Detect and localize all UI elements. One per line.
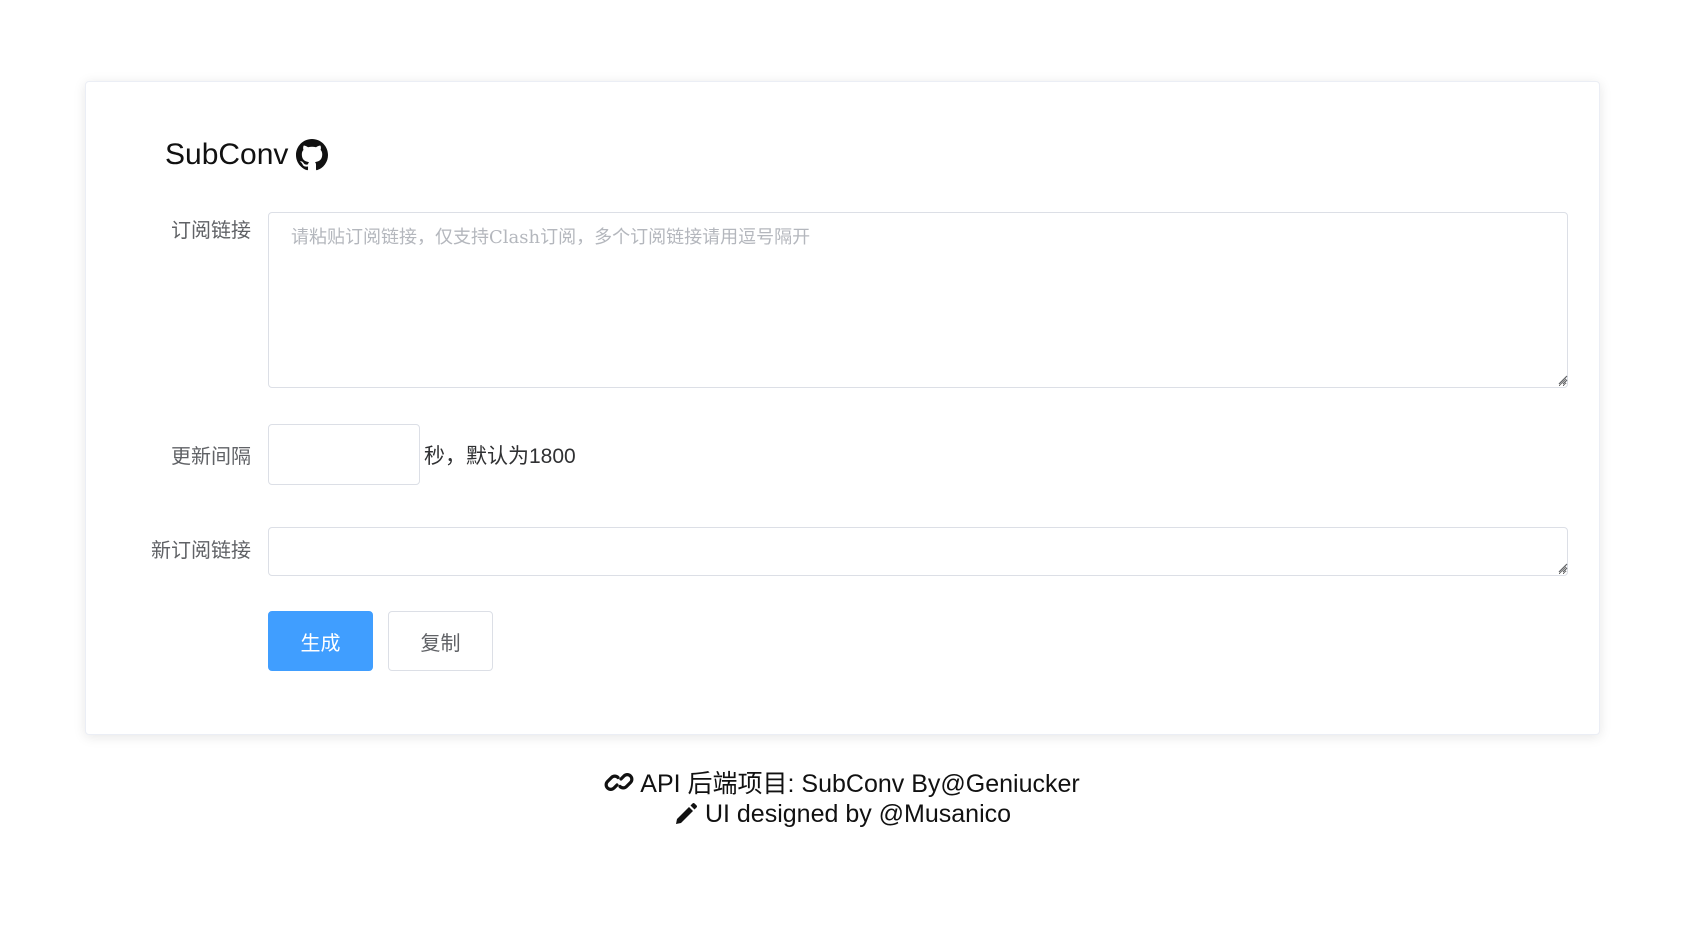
subscription-label: 订阅链接 (171, 220, 251, 242)
pencil-icon (675, 803, 697, 824)
interval-suffix: 秒，默认为1800 (424, 445, 576, 468)
ui-designer-link[interactable]: UI designed by @Musanico (705, 800, 1011, 829)
footer: API 后端项目: SubConv By@Geniucker UI design… (0, 766, 1684, 830)
subscription-input[interactable] (268, 212, 1568, 388)
link-icon (604, 773, 634, 791)
generate-button[interactable]: 生成 (268, 611, 373, 671)
new-subscription-label: 新订阅链接 (151, 540, 251, 562)
interval-label: 更新间隔 (171, 446, 251, 468)
github-icon[interactable] (296, 139, 329, 171)
new-subscription-output[interactable] (268, 527, 1568, 576)
footer-api-line: API 后端项目: SubConv By@Geniucker (0, 766, 1684, 798)
main-card: SubConv 订阅链接 更新间隔 秒，默认为1800 新订阅链接 生成 复制 (85, 81, 1600, 735)
app-title: SubConv (165, 138, 289, 171)
copy-button[interactable]: 复制 (388, 611, 493, 671)
page-title: SubConv (165, 130, 329, 180)
interval-input[interactable] (268, 424, 420, 485)
api-project-link[interactable]: API 后端项目: SubConv By@Geniucker (640, 764, 1079, 800)
footer-ui-line: UI designed by @Musanico (0, 798, 1684, 830)
